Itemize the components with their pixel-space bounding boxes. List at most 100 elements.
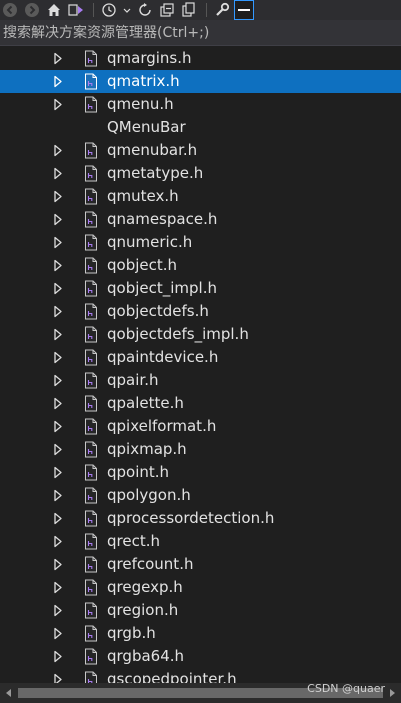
tree-item[interactable]: qobjectdefs.h [0,300,401,323]
tree-item[interactable]: qnumeric.h [0,231,401,254]
tree-item-label: qobject_impl.h [107,279,217,297]
expand-arrow-icon[interactable] [52,397,64,410]
tree-item[interactable]: qpalette.h [0,392,401,415]
tree-item-label: qmetatype.h [107,164,204,182]
tree-item-label: qrefcount.h [107,555,194,573]
expand-arrow-icon[interactable] [52,259,64,272]
tree-item[interactable]: qobject.h [0,254,401,277]
collapse-all-button[interactable] [157,0,177,20]
tree-item[interactable]: qrgb.h [0,622,401,645]
header-file-icon [85,487,97,504]
forward-button[interactable] [22,0,42,20]
refresh-button[interactable] [135,0,155,20]
tree-item[interactable]: qrgba64.h [0,645,401,668]
expand-arrow-icon[interactable] [52,558,64,571]
header-file-icon [85,188,97,205]
expand-arrow-icon[interactable] [52,420,64,433]
tree-item[interactable]: qpixelformat.h [0,415,401,438]
tree-item[interactable]: qmatrix.h [0,70,401,93]
expand-arrow-icon[interactable] [52,328,64,341]
tree-item-label: qpair.h [107,371,159,389]
expand-arrow-icon[interactable] [52,443,64,456]
tree-item[interactable]: qmutex.h [0,185,401,208]
expand-arrow-icon[interactable] [52,581,64,594]
tree-item[interactable]: qmenu.h [0,93,401,116]
expand-arrow-icon[interactable] [52,673,64,683]
expand-arrow-icon[interactable] [52,489,64,502]
expand-arrow-icon[interactable] [52,535,64,548]
tree-item-label: qobjectdefs_impl.h [107,325,249,343]
tree-item-label: qpaintdevice.h [107,348,219,366]
back-icon [3,3,17,17]
tree-item[interactable]: qprocessordetection.h [0,507,401,530]
expand-arrow-icon[interactable] [52,604,64,617]
tree-item[interactable]: qscopedpointer.h [0,668,401,683]
expand-arrow-icon[interactable] [52,190,64,203]
tree-item[interactable]: qpixmap.h [0,438,401,461]
pending-changes-filter-button[interactable] [99,0,119,20]
file-tree: qmargins.h qmatrix.h qmenu.h QMenuBar qmenub… [0,47,401,683]
tree-item-label: qobjectdefs.h [107,302,209,320]
search-bar [0,20,401,46]
expand-arrow-icon[interactable] [52,305,64,318]
preview-selected-items-icon [238,9,250,11]
show-all-files-icon [182,2,195,17]
scroll-left-arrow-icon[interactable] [3,687,15,699]
header-file-icon [85,395,97,412]
tree-item-label: qregion.h [107,601,179,619]
tree-item[interactable]: qregion.h [0,599,401,622]
tree-item[interactable]: qpaintdevice.h [0,346,401,369]
header-file-icon [85,326,97,343]
tree-item[interactable]: qrect.h [0,530,401,553]
tree-item[interactable]: qregexp.h [0,576,401,599]
tree-item[interactable]: qnamespace.h [0,208,401,231]
show-all-files-button[interactable] [179,0,199,20]
sync-icon [139,3,151,16]
sync-button[interactable] [121,0,133,20]
tree-item-label: qmutex.h [107,187,179,205]
expand-arrow-icon[interactable] [52,282,64,295]
expand-arrow-icon[interactable] [52,466,64,479]
expand-arrow-icon[interactable] [52,167,64,180]
tree-item[interactable]: QMenuBar [0,116,401,139]
expand-arrow-icon[interactable] [52,52,64,65]
solution-explorer: qmargins.h qmatrix.h qmenu.h QMenuBar qmenub… [0,0,401,703]
properties-button[interactable] [212,0,232,20]
expand-arrow-icon[interactable] [52,512,64,525]
tree-item[interactable]: qobjectdefs_impl.h [0,323,401,346]
expand-arrow-icon[interactable] [52,213,64,226]
expand-arrow-icon[interactable] [52,650,64,663]
pending-changes-filter-icon [102,3,116,17]
header-file-icon [85,418,97,435]
header-file-icon [85,349,97,366]
expand-arrow-icon[interactable] [52,98,64,111]
tree-item[interactable]: qmargins.h [0,47,401,70]
header-file-icon [85,165,97,182]
expand-arrow-icon[interactable] [52,351,64,364]
tree-item-label: qregexp.h [107,578,183,596]
header-file-icon [85,142,97,159]
tree-item[interactable]: qrefcount.h [0,553,401,576]
expand-arrow-icon[interactable] [52,236,64,249]
preview-selected-items-button[interactable] [234,0,254,20]
tree-item[interactable]: qobject_impl.h [0,277,401,300]
tree-item[interactable]: qmetatype.h [0,162,401,185]
tree-item-label: qnamespace.h [107,210,218,228]
tree-item[interactable]: qmenubar.h [0,139,401,162]
expand-arrow-icon[interactable] [52,374,64,387]
header-file-icon [85,533,97,550]
expand-arrow-icon[interactable] [52,144,64,157]
expand-arrow-icon[interactable] [52,75,64,88]
toolbar-separator [206,3,207,17]
search-input[interactable] [0,20,401,45]
expand-arrow-icon[interactable] [52,627,64,640]
tree-item[interactable]: qpair.h [0,369,401,392]
back-button[interactable] [0,0,20,20]
scroll-right-arrow-icon[interactable] [386,687,398,699]
home-button[interactable] [44,0,64,20]
tree-item[interactable]: qpolygon.h [0,484,401,507]
switch-views-button[interactable] [66,0,86,20]
tree-item-label: qmenu.h [107,95,174,113]
tree-item-label: qrect.h [107,532,160,550]
tree-item[interactable]: qpoint.h [0,461,401,484]
